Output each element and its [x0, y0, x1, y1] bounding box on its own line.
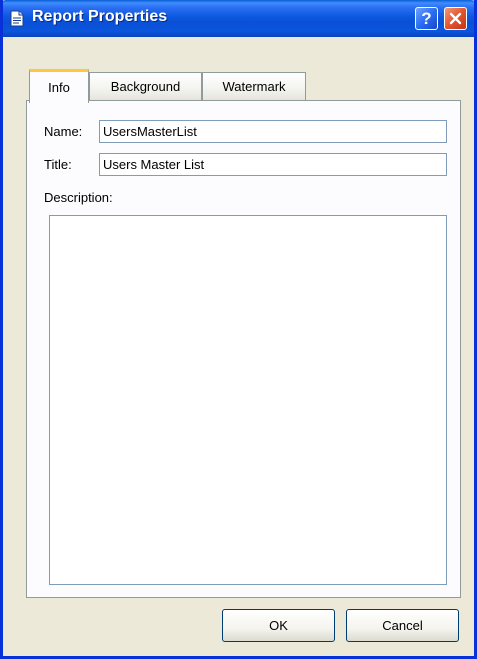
close-icon: [449, 12, 462, 25]
name-label: Name:: [44, 124, 83, 139]
window-title: Report Properties: [32, 8, 168, 25]
ok-button[interactable]: OK: [222, 609, 335, 642]
title-input[interactable]: Users Master List: [99, 153, 447, 176]
ok-button-label: OK: [269, 618, 288, 633]
report-document-icon: [10, 10, 24, 27]
cancel-button[interactable]: Cancel: [346, 609, 459, 642]
name-value: UsersMasterList: [103, 124, 197, 139]
cancel-button-label: Cancel: [382, 618, 423, 633]
tab-info[interactable]: Info: [29, 69, 89, 103]
tab-watermark-label: Watermark: [222, 79, 286, 94]
title-value: Users Master List: [103, 157, 205, 172]
tab-background[interactable]: Background: [89, 72, 202, 100]
description-textarea[interactable]: [49, 215, 447, 585]
title-bar[interactable]: Report Properties ?: [3, 0, 474, 37]
help-button[interactable]: ?: [415, 7, 438, 30]
report-properties-dialog: Report Properties ? Info Background Wate…: [0, 0, 477, 659]
close-button[interactable]: [444, 7, 467, 30]
tab-info-label: Info: [48, 80, 70, 95]
name-input[interactable]: UsersMasterList: [99, 120, 447, 143]
description-label: Description:: [44, 190, 113, 205]
tab-background-label: Background: [110, 79, 181, 94]
title-label: Title:: [44, 157, 72, 172]
help-icon: ?: [421, 8, 432, 28]
info-tab-panel: Name: UsersMasterList Title: Users Maste…: [26, 100, 461, 598]
tab-watermark[interactable]: Watermark: [202, 72, 306, 100]
